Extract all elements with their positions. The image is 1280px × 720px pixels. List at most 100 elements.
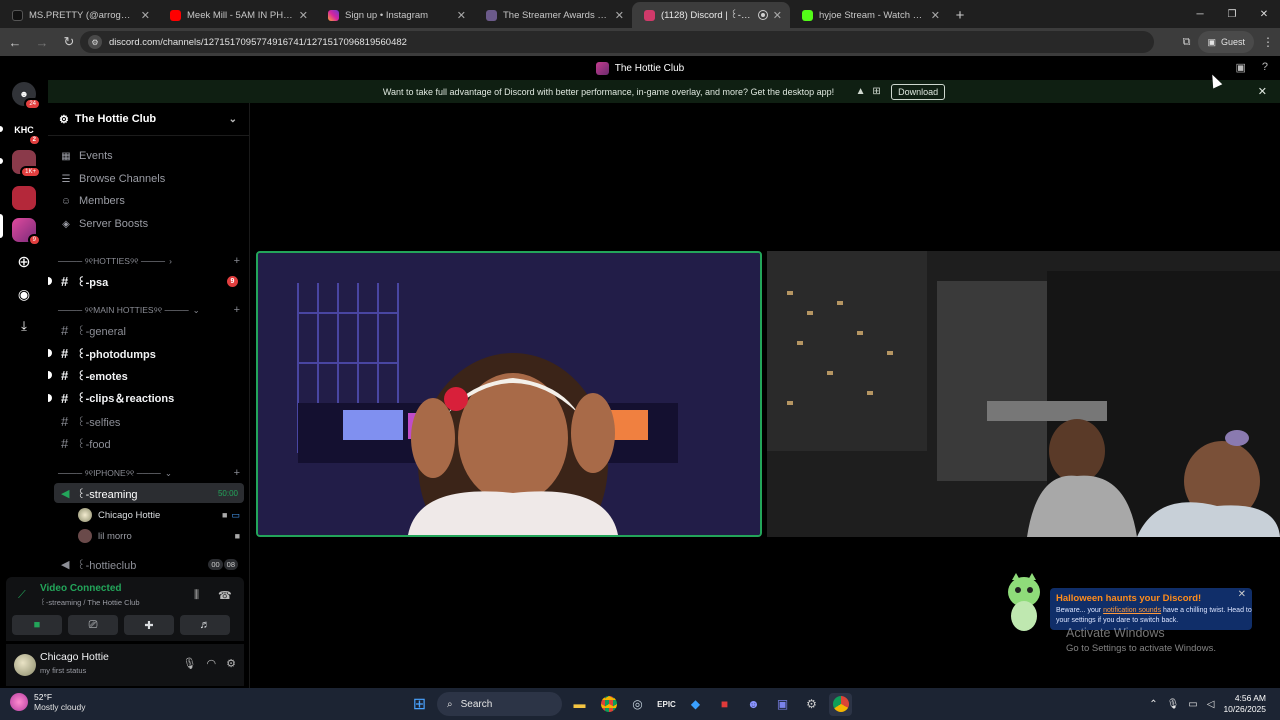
start-button[interactable]: ⊞: [408, 693, 431, 716]
tab-discord[interactable]: (1128) Discord | ꒰-streaming✕: [632, 2, 790, 28]
forward-icon[interactable]: →: [30, 30, 54, 54]
network-icon[interactable]: ▭: [1188, 699, 1197, 710]
minimize-icon[interactable]: ─: [1184, 0, 1216, 28]
channel-food[interactable]: # ꒰-food: [54, 433, 244, 453]
video-tile-lil-morro[interactable]: [767, 251, 1280, 537]
close-tab-icon[interactable]: ✕: [299, 9, 308, 22]
channel-selfies[interactable]: # ꒰-selfies: [54, 411, 244, 431]
file-explorer-icon[interactable]: ▬: [568, 693, 591, 716]
server-folder[interactable]: 1K+: [12, 150, 41, 178]
channel-clips-reactions[interactable]: # ꒰-clips＆reactions: [48, 388, 244, 408]
kick-icon: [802, 9, 813, 21]
banner-text: Want to take full advantage of Discord w…: [382, 86, 835, 97]
camera-button[interactable]: ■: [12, 615, 62, 635]
voice-status[interactable]: Video Connected: [40, 583, 122, 594]
url-field[interactable]: ⚙ discord.com/channels/12715170957749167…: [80, 31, 1154, 53]
close-tab-icon[interactable]: ✕: [773, 9, 782, 22]
category-main-hotties[interactable]: ──── ୨୧MAIN HOTTIES୨୧ ──── ⌄ +: [58, 303, 240, 317]
tab-youtube[interactable]: Meek Mill - 5AM IN PHILLY (Official Vide…: [158, 2, 316, 28]
channel-photodumps[interactable]: # ꒰-photodumps: [48, 343, 244, 363]
taskbar-search[interactable]: ⌕ Search: [437, 692, 562, 716]
back-icon[interactable]: ←: [3, 30, 27, 54]
app-blue-icon[interactable]: ◆: [684, 693, 707, 716]
new-tab-button[interactable]: +: [948, 2, 972, 28]
microphone-icon[interactable]: 🎙: [1167, 699, 1180, 710]
close-window-icon[interactable]: ✕: [1248, 0, 1280, 28]
weather-widget[interactable]: 52°F Mostly cloudy: [10, 692, 86, 712]
tab-streamer-awards[interactable]: The Streamer Awards - Nominations✕: [474, 2, 632, 28]
close-tab-icon[interactable]: ✕: [615, 9, 624, 22]
close-tab-icon[interactable]: ✕: [457, 9, 466, 22]
app-red-icon[interactable]: ■: [713, 693, 736, 716]
speaker-icon: ◀: [61, 558, 70, 571]
voice-location[interactable]: ꒰-streaming / The Hottie Club: [40, 597, 140, 607]
category-hotties[interactable]: ──── ୨୧HOTTIES୨୧ ──── › +: [58, 254, 240, 268]
video-tile-chicago-hottie[interactable]: [256, 251, 762, 537]
noise-suppression-icon[interactable]: ⫼: [194, 589, 199, 602]
calendar-icon: ▦: [61, 150, 71, 162]
reload-icon[interactable]: ↻: [57, 30, 81, 54]
avatar: [78, 508, 92, 522]
disconnect-icon[interactable]: ☎: [218, 589, 232, 602]
direct-messages-button[interactable]: ☻ 24: [12, 82, 41, 110]
channel-psa[interactable]: # ꒰-psa 9: [48, 271, 244, 291]
channel-general[interactable]: # ꒰-general: [54, 320, 244, 340]
add-server-icon[interactable]: ⊕: [12, 250, 36, 274]
activities-button[interactable]: ✚: [124, 615, 174, 635]
add-channel-icon[interactable]: +: [234, 304, 240, 316]
gear-icon[interactable]: ⚙: [226, 657, 236, 670]
add-channel-icon[interactable]: +: [234, 255, 240, 267]
download-button[interactable]: Download: [891, 83, 946, 100]
username[interactable]: Chicago Hottie: [40, 651, 109, 663]
server-hottie-club[interactable]: 9: [12, 218, 41, 246]
nav-events[interactable]: ▦ Events: [60, 147, 112, 165]
nav-browse-channels[interactable]: ☰ Browse Channels: [60, 170, 166, 188]
download-apps-icon[interactable]: ⤓: [12, 314, 36, 338]
notification-sounds-link[interactable]: notification sounds: [1103, 607, 1161, 614]
microphone-icon[interactable]: 🎙: [183, 657, 197, 670]
site-info-icon[interactable]: ⚙: [88, 35, 102, 49]
server-header[interactable]: ⚙ The Hottie Club ⌄: [48, 103, 249, 136]
tab-tiktok[interactable]: MS.PRETTY (@arrogantdoll) | TikTok✕: [0, 2, 158, 28]
help-icon[interactable]: ?: [1262, 61, 1268, 74]
restore-icon[interactable]: ❐: [1216, 0, 1248, 28]
profile-button[interactable]: ▣ Guest: [1198, 31, 1254, 53]
channel-hottieclub[interactable]: ◀ ꒰-hottieclub 00 08: [54, 554, 244, 574]
channel-streaming[interactable]: ◀ ꒰-streaming 50:00: [54, 483, 244, 503]
close-tab-icon[interactable]: ✕: [931, 9, 940, 22]
steam-icon[interactable]: ◎: [626, 693, 649, 716]
headphones-icon[interactable]: ◠: [207, 657, 217, 670]
discord-icon[interactable]: ☻: [742, 693, 765, 716]
custom-status[interactable]: my first status: [40, 666, 86, 675]
discover-icon[interactable]: ◉: [12, 282, 36, 306]
channel-emotes[interactable]: # ꒰-emotes: [48, 365, 244, 385]
chrome-active-icon[interactable]: [829, 692, 852, 716]
epic-games-icon[interactable]: EPIC: [655, 693, 678, 716]
avatar[interactable]: [14, 654, 36, 676]
soundboard-button[interactable]: ♬: [180, 615, 230, 635]
category-iphone[interactable]: ──── ୨୧IPHONE୨୧ ──── ⌄ +: [58, 466, 240, 480]
nav-server-boosts[interactable]: ◈ Server Boosts: [60, 215, 148, 233]
nav-members[interactable]: ☺ Members: [60, 192, 125, 210]
close-tab-icon[interactable]: ✕: [141, 9, 150, 22]
share-screen-button[interactable]: ⎚: [68, 615, 118, 635]
voice-user-chicago-hottie[interactable]: Chicago Hottie ■ ▭: [78, 506, 240, 524]
server-guide-icon: ⚙: [59, 113, 69, 126]
cast-icon[interactable]: ⧉: [1183, 36, 1191, 49]
close-toast-icon[interactable]: ✕: [1238, 589, 1246, 600]
chrome-icon[interactable]: [597, 693, 620, 716]
tab-kick[interactable]: hyjoe Stream - Watch Live on Kick✕: [790, 2, 948, 28]
add-channel-icon[interactable]: +: [234, 467, 240, 479]
settings-icon[interactable]: ⚙: [800, 693, 823, 716]
menu-icon[interactable]: ⋮: [1262, 35, 1274, 49]
clock[interactable]: 4:56 AM 10/26/2025: [1223, 693, 1266, 715]
voice-user-lil-morro[interactable]: lil morro ■: [78, 527, 240, 545]
chevron-up-icon[interactable]: ⌃: [1149, 699, 1157, 710]
server-khc[interactable]: KHC 2: [12, 118, 41, 146]
speaker-icon[interactable]: ◁: [1207, 699, 1215, 710]
tab-instagram[interactable]: Sign up • Instagram ✕: [316, 2, 474, 28]
server-red[interactable]: [12, 186, 36, 210]
close-banner-icon[interactable]: ✕: [1258, 85, 1267, 98]
teams-icon[interactable]: ▣: [771, 693, 794, 716]
inbox-icon[interactable]: ▣: [1235, 61, 1245, 74]
